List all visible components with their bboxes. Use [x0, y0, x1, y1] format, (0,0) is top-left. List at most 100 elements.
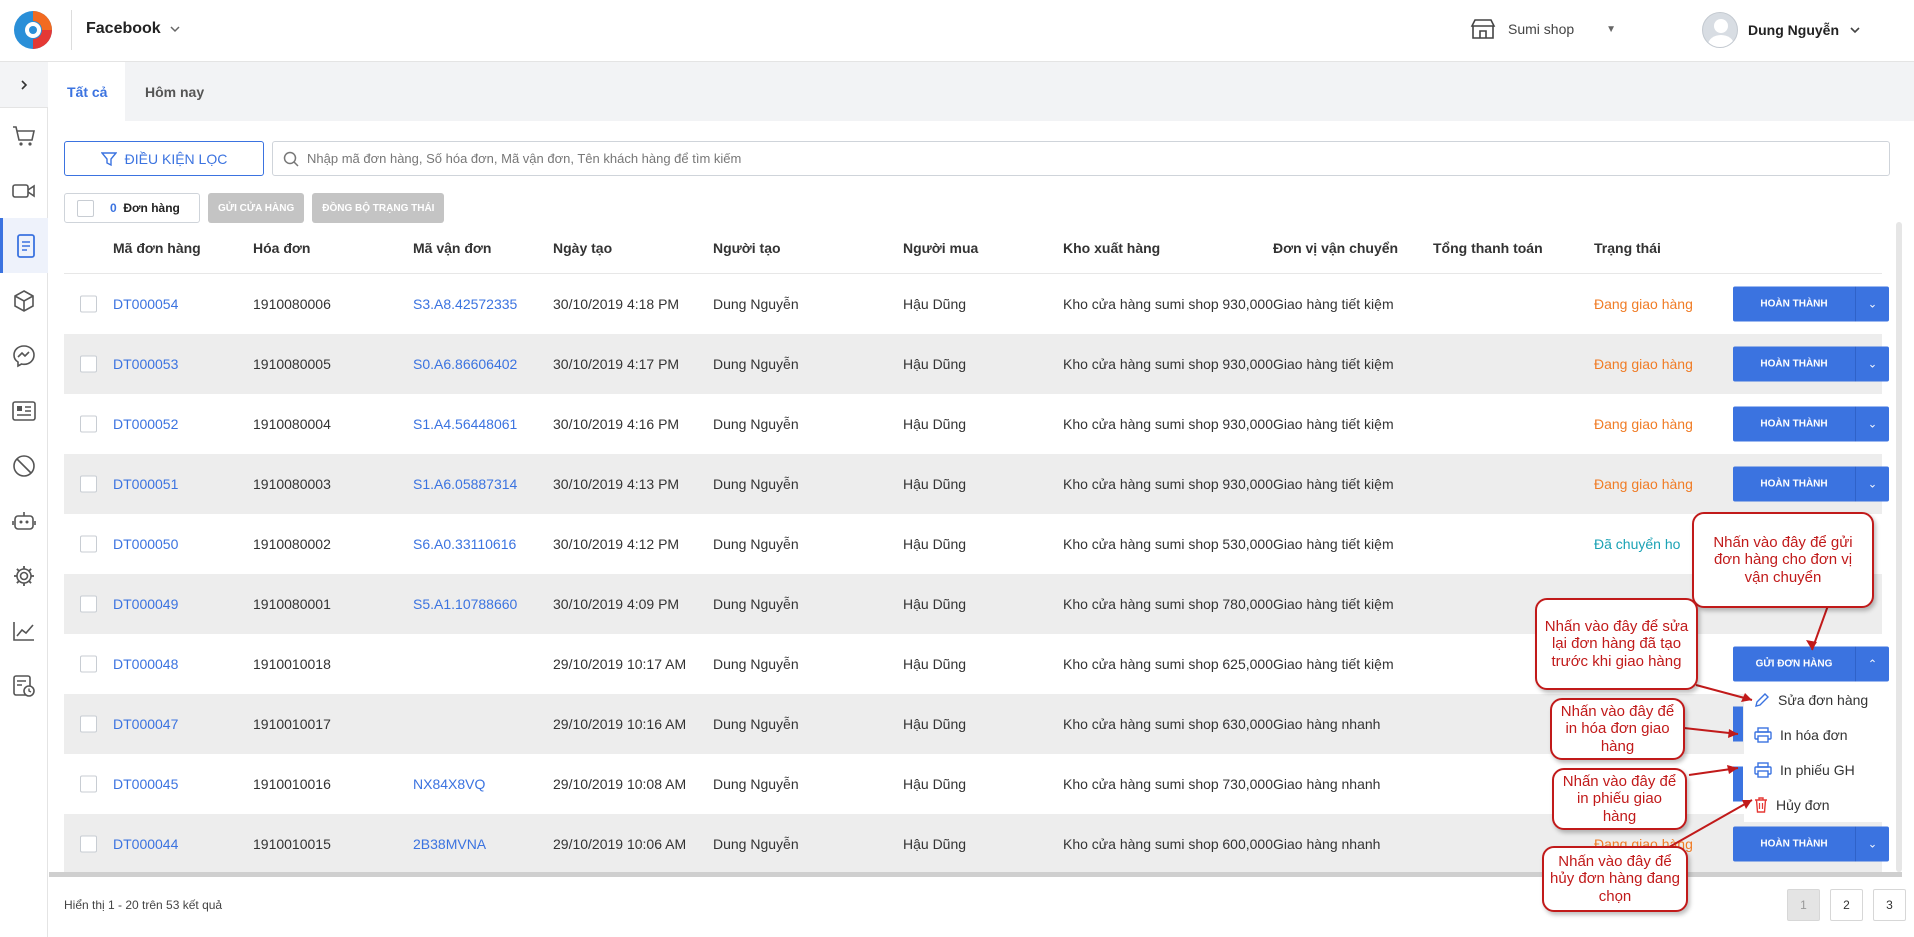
row-action-button[interactable]: HOÀN THÀNH	[1733, 346, 1855, 382]
sidebar-item-bot[interactable]	[0, 493, 48, 548]
creator-name: Dung Nguyễn	[713, 836, 799, 852]
tracking-code-link[interactable]: S6.A0.33110616	[413, 536, 516, 552]
channel-switcher[interactable]: Facebook	[86, 20, 181, 38]
created-date: 29/10/2019 10:16 AM	[553, 716, 687, 732]
search-input[interactable]	[307, 151, 1889, 166]
table-row[interactable]: DT000051 1910080003 S1.A6.05887314 30/10/20…	[64, 454, 1889, 514]
chevron-down-icon[interactable]: ⌄	[1855, 286, 1889, 322]
tab-all[interactable]: Tất cả	[49, 62, 126, 121]
page-3[interactable]: 3	[1873, 889, 1906, 921]
page-1[interactable]: 1	[1787, 889, 1820, 921]
chevron-down-icon[interactable]: ⌄	[1855, 406, 1889, 442]
chart-icon	[13, 621, 34, 641]
sidebar-toggle[interactable]	[0, 62, 48, 108]
total-amount: 630,000	[1222, 716, 1273, 732]
carrier-name: Giao hàng tiết kiệm	[1273, 596, 1394, 612]
row-action-button-partial[interactable]	[1733, 766, 1743, 802]
selected-count: 0 Đơn hàng	[64, 193, 200, 223]
channel-name: Facebook	[86, 20, 161, 37]
row-checkbox[interactable]	[80, 595, 97, 613]
total-amount: 930,000	[1222, 416, 1273, 432]
order-code-link[interactable]: DT000047	[113, 716, 178, 732]
chevron-down-icon[interactable]: ⌄	[1855, 466, 1889, 502]
table-row[interactable]: DT000054 1910080006 S3.A8.42572335 30/10/20…	[64, 274, 1889, 334]
shop-selector[interactable]: Sumi shop ▼	[1470, 18, 1616, 40]
row-checkbox[interactable]	[80, 415, 97, 433]
buyer-name: Hậu Dũng	[903, 776, 967, 792]
chevron-down-icon[interactable]: ⌄	[1855, 346, 1889, 382]
chevron-right-icon	[21, 79, 28, 90]
table-row[interactable]: DT000052 1910080004 S1.A4.56448061 30/10/20…	[64, 394, 1889, 454]
row-checkbox[interactable]	[80, 475, 97, 493]
chevron-up-icon[interactable]: ⌃	[1855, 646, 1889, 682]
app-logo[interactable]	[12, 9, 54, 51]
search-box	[272, 141, 1890, 176]
sidebar-item-messenger[interactable]	[0, 328, 48, 383]
tracking-code-link[interactable]: S0.A6.86606402	[413, 356, 517, 372]
sidebar-item-products[interactable]	[0, 273, 48, 328]
row-action-button[interactable]: HOÀN THÀNH	[1733, 286, 1855, 322]
row-action-button-partial[interactable]	[1733, 706, 1743, 742]
menu-edit-order[interactable]: Sửa đơn hàng	[1744, 682, 1886, 717]
row-checkbox[interactable]	[80, 835, 97, 853]
filter-button-label: ĐIỀU KIỆN LỌC	[124, 150, 228, 167]
sync-status-button[interactable]: ĐỒNG BỘ TRẠNG THÁI	[312, 193, 445, 223]
invoice-number: 1910010018	[253, 656, 331, 672]
vertical-scrollbar[interactable]	[1896, 222, 1902, 872]
filter-conditions-button[interactable]: ĐIỀU KIỆN LỌC	[64, 141, 264, 176]
table-row[interactable]: DT000053 1910080005 S0.A6.86606402 30/10/20…	[64, 334, 1889, 394]
user-menu[interactable]: Dung Nguyễn	[1702, 12, 1861, 48]
page-2[interactable]: 2	[1830, 889, 1863, 921]
order-code-link[interactable]: DT000054	[113, 296, 178, 312]
printer-icon	[1754, 761, 1772, 778]
order-code-link[interactable]: DT000044	[113, 836, 178, 852]
chevron-down-icon	[1850, 27, 1860, 34]
shop-name: Sumi shop	[1508, 21, 1575, 37]
order-code-link[interactable]: DT000050	[113, 536, 178, 552]
tracking-code-link[interactable]: S5.A1.10788660	[413, 596, 517, 612]
order-code-link[interactable]: DT000053	[113, 356, 178, 372]
row-checkbox[interactable]	[80, 655, 97, 673]
invoice-number: 1910080005	[253, 356, 331, 372]
order-code-link[interactable]: DT000045	[113, 776, 178, 792]
row-checkbox[interactable]	[80, 775, 97, 793]
sidebar-item-cart[interactable]	[0, 108, 48, 163]
row-action-button[interactable]: HOÀN THÀNH	[1733, 406, 1855, 442]
sidebar-item-reports[interactable]	[0, 603, 48, 658]
sidebar-item-orders[interactable]	[0, 218, 48, 273]
order-code-link[interactable]: DT000048	[113, 656, 178, 672]
row-checkbox[interactable]	[80, 355, 97, 373]
chevron-down-icon[interactable]: ⌄	[1855, 826, 1889, 862]
sidebar-item-customers[interactable]	[0, 383, 48, 438]
menu-print-invoice[interactable]: In hóa đơn	[1744, 717, 1886, 752]
tracking-code-link[interactable]: S3.A8.42572335	[413, 296, 517, 312]
menu-cancel-order[interactable]: Hủy đơn	[1744, 787, 1886, 822]
row-action-button[interactable]: GỬI ĐƠN HÀNG	[1733, 646, 1855, 682]
row-checkbox[interactable]	[80, 715, 97, 733]
tracking-code-link[interactable]: 2B38MVNA	[413, 836, 486, 852]
order-code-link[interactable]: DT000051	[113, 476, 178, 492]
menu-print-delivery[interactable]: In phiếu GH	[1744, 752, 1886, 787]
sidebar-item-settings[interactable]	[0, 548, 48, 603]
carrier-name: Giao hàng tiết kiệm	[1273, 296, 1394, 312]
select-all-checkbox[interactable]	[77, 199, 94, 217]
order-code-link[interactable]: DT000052	[113, 416, 178, 432]
tracking-code-link[interactable]: S1.A6.05887314	[413, 476, 517, 492]
col-created-date: Ngày tạo	[553, 239, 613, 256]
table-row[interactable]: DT000050 1910080002 S6.A0.33110616 30/10/20…	[64, 514, 1882, 574]
tracking-code-link[interactable]: NX84X8VQ	[413, 776, 485, 792]
sidebar-item-video[interactable]	[0, 163, 48, 218]
send-store-button[interactable]: GỬI CỬA HÀNG	[208, 193, 305, 223]
contact-card-icon	[12, 400, 36, 421]
order-code-link[interactable]: DT000049	[113, 596, 178, 612]
row-action-button[interactable]: HOÀN THÀNH	[1733, 826, 1855, 862]
sidebar-item-history[interactable]	[0, 658, 48, 713]
row-checkbox[interactable]	[80, 535, 97, 553]
tracking-code-link[interactable]: S1.A4.56448061	[413, 416, 517, 432]
tab-today[interactable]: Hôm nay	[127, 62, 222, 121]
sidebar-item-block[interactable]	[0, 438, 48, 493]
row-checkbox[interactable]	[80, 295, 97, 313]
menu-cancel-label: Hủy đơn	[1776, 796, 1830, 813]
created-date: 30/10/2019 4:13 PM	[553, 476, 680, 492]
row-action-button[interactable]: HOÀN THÀNH	[1733, 466, 1855, 502]
